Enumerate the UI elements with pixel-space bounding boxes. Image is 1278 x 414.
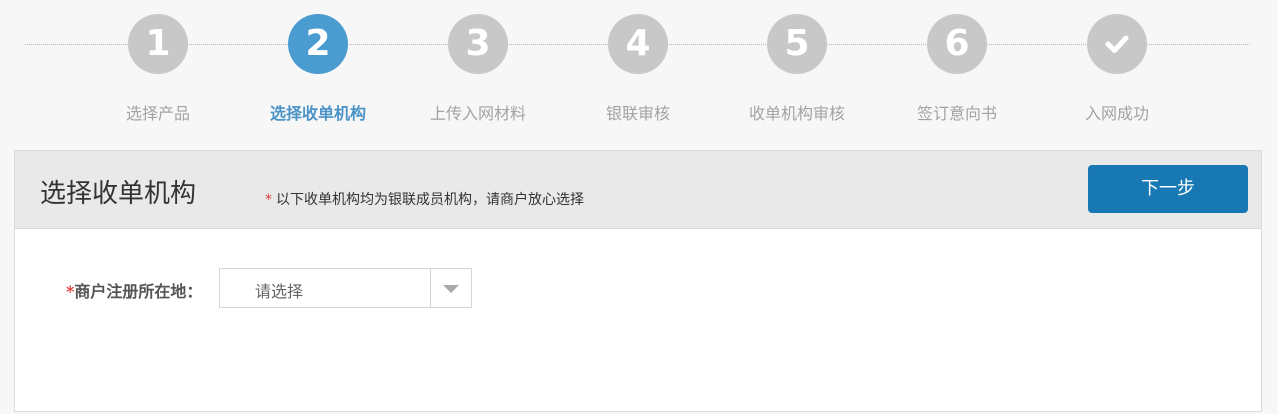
step-3-number: 3 — [465, 23, 491, 64]
step-6-label: 签订意向书 — [916, 104, 997, 123]
step-2-label: 选择收单机构 — [269, 104, 366, 123]
note-text: 以下收单机构均为银联成员机构，请商户放心选择 — [276, 192, 584, 208]
region-form-row: *商户注册所在地： 请选择 — [15, 268, 1261, 308]
step-4-label: 银联审核 — [605, 104, 670, 123]
region-select[interactable]: 请选择 — [219, 268, 472, 308]
step-6-number: 6 — [944, 23, 970, 64]
step-1-circle: 1 — [128, 14, 188, 74]
step-7-circle — [1087, 14, 1147, 74]
panel-header: 选择收单机构 * 以下收单机构均为银联成员机构，请商户放心选择 下一步 — [15, 151, 1261, 229]
note-star: * — [265, 192, 272, 208]
region-label-text: 商户注册所在地： — [74, 282, 203, 301]
step-6-circle: 6 — [927, 14, 987, 74]
select-acquirer-panel: 选择收单机构 * 以下收单机构均为银联成员机构，请商户放心选择 下一步 *商户注册… — [14, 150, 1262, 412]
step-3-label: 上传入网材料 — [429, 104, 526, 123]
step-6: 6 签订意向书 — [882, 0, 1032, 150]
step-3: 3 上传入网材料 — [403, 0, 553, 150]
step-4: 4 银联审核 — [563, 0, 713, 150]
next-step-button[interactable]: 下一步 — [1088, 165, 1248, 213]
region-select-toggle[interactable] — [430, 269, 471, 307]
step-5-circle: 5 — [767, 14, 827, 74]
region-label: *商户注册所在地： — [66, 278, 202, 302]
caret-down-icon — [443, 285, 459, 293]
page-title: 选择收单机构 — [40, 179, 197, 209]
step-5: 5 收单机构审核 — [722, 0, 872, 150]
step-1-label: 选择产品 — [125, 104, 190, 123]
checkmark-icon — [1105, 35, 1129, 53]
step-7-label: 入网成功 — [1084, 104, 1149, 123]
step-5-label: 收单机构审核 — [748, 104, 845, 123]
step-1-number: 1 — [145, 23, 171, 64]
step-7: 入网成功 — [1042, 0, 1192, 150]
step-1: 1 选择产品 — [83, 0, 233, 150]
step-5-number: 5 — [784, 23, 810, 64]
step-4-circle: 4 — [608, 14, 668, 74]
step-2-circle: 2 — [288, 14, 348, 74]
region-select-value: 请选择 — [255, 282, 304, 301]
step-4-number: 4 — [625, 23, 651, 64]
step-2-number: 2 — [305, 23, 331, 64]
step-3-circle: 3 — [448, 14, 508, 74]
step-2: 2 选择收单机构 — [243, 0, 393, 150]
panel-note: * 以下收单机构均为银联成员机构，请商户放心选择 — [265, 189, 584, 209]
progress-stepper: 1 选择产品 2 选择收单机构 3 上传入网材料 4 银联审核 5 收单机构审核… — [0, 0, 1278, 150]
